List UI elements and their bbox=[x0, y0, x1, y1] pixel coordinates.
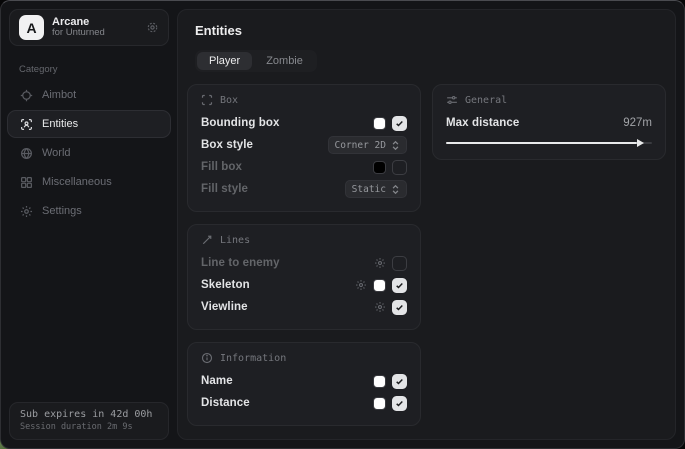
session-duration-text: Session duration 2m 9s bbox=[20, 422, 158, 432]
chevrons-up-down-icon bbox=[391, 140, 400, 151]
box-corners-icon bbox=[201, 94, 213, 106]
sidebar-item-label: World bbox=[42, 147, 71, 159]
section-title: General bbox=[465, 95, 507, 106]
setting-row-fill-box: Fill box bbox=[201, 156, 407, 178]
setting-row-viewline: Viewline bbox=[201, 296, 407, 318]
gear-icon bbox=[20, 205, 33, 218]
sidebar-nav: Aimbot Entities bbox=[1, 81, 177, 225]
setting-row-name: Name bbox=[201, 370, 407, 392]
color-swatch[interactable] bbox=[373, 375, 386, 388]
entity-tabs: Player Zombie bbox=[195, 50, 317, 72]
page-title: Entities bbox=[195, 23, 666, 38]
setting-row-distance: Distance bbox=[201, 392, 407, 414]
brand-subtitle: for Unturned bbox=[52, 28, 138, 39]
skeleton-settings-gear-icon[interactable] bbox=[355, 279, 367, 291]
sidebar-item-label: Miscellaneous bbox=[42, 176, 112, 188]
viewline-settings-gear-icon[interactable] bbox=[374, 301, 386, 313]
max-distance-value: 927m bbox=[623, 117, 652, 129]
line-settings-gear-icon[interactable] bbox=[374, 257, 386, 269]
tab-zombie[interactable]: Zombie bbox=[254, 52, 315, 70]
setting-row-fill-style: Fill style Static bbox=[201, 178, 407, 200]
color-swatch[interactable] bbox=[373, 117, 386, 130]
sliders-icon bbox=[446, 94, 458, 106]
section-title: Box bbox=[220, 95, 238, 106]
sidebar: A Arcane for Unturned Category bbox=[1, 1, 177, 448]
setting-row-box-style: Box style Corner 2D bbox=[201, 134, 407, 156]
sidebar-item-aimbot[interactable]: Aimbot bbox=[7, 81, 171, 109]
max-distance-slider[interactable] bbox=[446, 138, 652, 148]
name-checkbox[interactable] bbox=[392, 374, 407, 389]
diagonal-line-icon bbox=[201, 234, 213, 246]
setting-row-line-to-enemy: Line to enemy bbox=[201, 252, 407, 274]
brand-logo: A bbox=[19, 15, 44, 40]
sidebar-item-settings[interactable]: Settings bbox=[7, 197, 171, 225]
account-settings-icon[interactable] bbox=[146, 21, 159, 34]
skeleton-checkbox[interactable] bbox=[392, 278, 407, 293]
tab-player[interactable]: Player bbox=[197, 52, 252, 70]
brand-card: A Arcane for Unturned bbox=[9, 9, 169, 46]
color-swatch[interactable] bbox=[373, 397, 386, 410]
entity-scan-icon bbox=[20, 118, 33, 131]
screen: A Arcane for Unturned Category bbox=[0, 0, 685, 449]
fill-style-dropdown[interactable]: Static bbox=[345, 180, 407, 198]
bounding-box-checkbox[interactable] bbox=[392, 116, 407, 131]
section-title: Information bbox=[220, 353, 286, 364]
globe-icon bbox=[20, 147, 33, 160]
main-panel: Entities Player Zombie bbox=[177, 9, 676, 440]
color-swatch[interactable] bbox=[373, 161, 386, 174]
lines-card: Lines Line to enemy bbox=[187, 224, 421, 330]
crosshair-icon bbox=[20, 89, 33, 102]
sidebar-item-world[interactable]: World bbox=[7, 139, 171, 167]
grid-icon bbox=[20, 176, 33, 189]
line-to-enemy-checkbox[interactable] bbox=[392, 256, 407, 271]
general-card: General Max distance 927m bbox=[432, 84, 666, 160]
sub-expiry-text: Sub expires in 42d 00h bbox=[20, 409, 158, 420]
information-card: Information Name D bbox=[187, 342, 421, 426]
box-style-dropdown[interactable]: Corner 2D bbox=[328, 136, 407, 154]
sidebar-item-entities[interactable]: Entities bbox=[7, 110, 171, 138]
sidebar-item-label: Aimbot bbox=[42, 89, 76, 101]
slider-thumb[interactable] bbox=[637, 139, 644, 147]
sidebar-item-label: Entities bbox=[42, 118, 78, 130]
setting-row-bounding-box: Bounding box bbox=[201, 112, 407, 134]
setting-row-max-distance: Max distance 927m bbox=[446, 112, 652, 134]
info-icon bbox=[201, 352, 213, 364]
sidebar-item-miscellaneous[interactable]: Miscellaneous bbox=[7, 168, 171, 196]
arcane-menu-window: A Arcane for Unturned Category bbox=[0, 0, 685, 449]
chevrons-up-down-icon bbox=[391, 184, 400, 195]
subscription-card: Sub expires in 42d 00h Session duration … bbox=[9, 402, 169, 440]
distance-checkbox[interactable] bbox=[392, 396, 407, 411]
color-swatch[interactable] bbox=[373, 279, 386, 292]
sidebar-item-label: Settings bbox=[42, 205, 82, 217]
setting-row-skeleton: Skeleton bbox=[201, 274, 407, 296]
viewline-checkbox[interactable] bbox=[392, 300, 407, 315]
section-title: Lines bbox=[220, 235, 250, 246]
box-card: Box Bounding box B bbox=[187, 84, 421, 212]
category-label: Category bbox=[1, 54, 177, 81]
fill-box-checkbox[interactable] bbox=[392, 160, 407, 175]
